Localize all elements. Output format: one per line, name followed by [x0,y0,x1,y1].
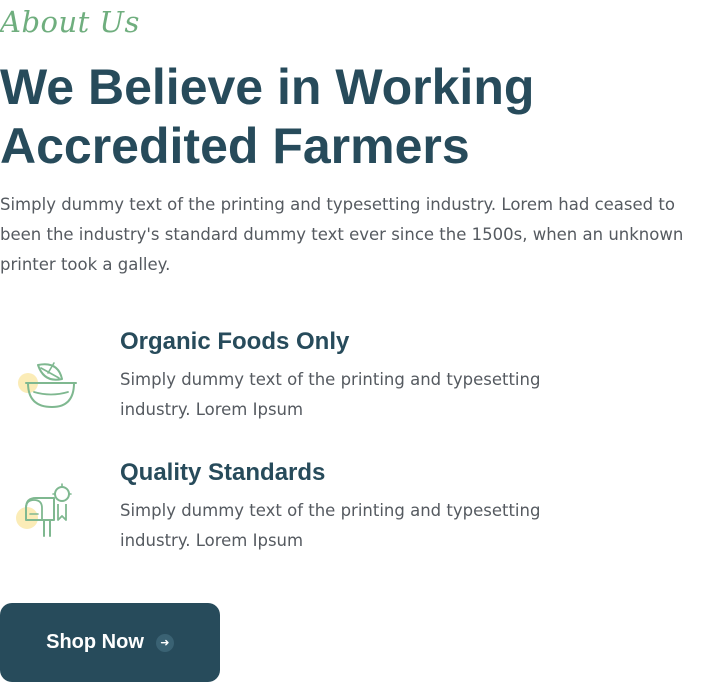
shop-now-button[interactable]: Shop Now ➜ [0,603,220,682]
arrow-right-icon: ➜ [155,633,174,652]
feature-title: Organic Foods Only [120,328,350,355]
shop-now-label: Shop Now [46,631,144,653]
feature-item-organic-foods: Organic Foods Only Simply dummy text of … [0,325,700,435]
page-title: We Believe in Working Accredited Farmers [0,58,690,176]
feature-description: Simply dummy text of the printing and ty… [120,501,541,550]
organic-bowl-icon [8,339,88,419]
headline-line-1: We Believe in Working [0,59,535,115]
feature-item-quality-standards: Quality Standards Simply dummy text of t… [0,456,700,566]
mailbox-icon [8,470,88,550]
headline-line-2: Accredited Farmers [0,118,470,174]
feature-description: Simply dummy text of the printing and ty… [120,370,541,419]
intro-paragraph: Simply dummy text of the printing and ty… [0,195,684,274]
section-eyebrow: About Us [0,5,140,39]
feature-title: Quality Standards [120,459,326,486]
